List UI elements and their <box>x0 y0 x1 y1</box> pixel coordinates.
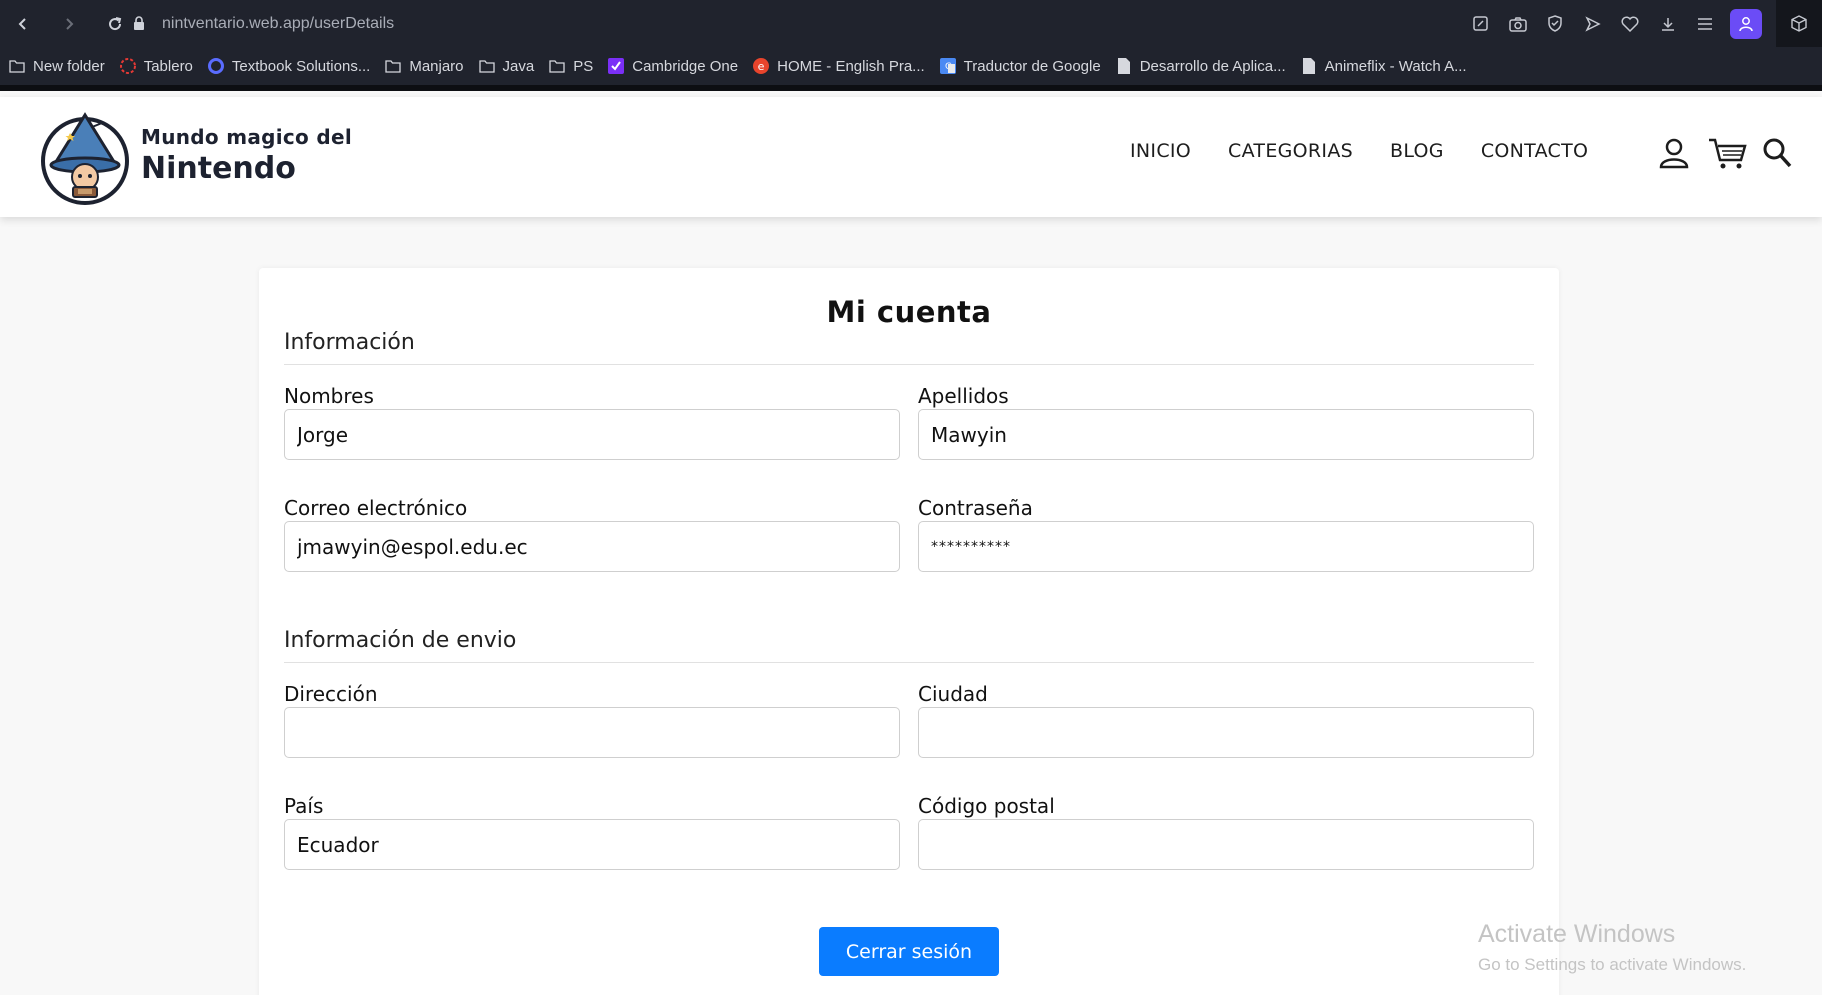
bookmark-new-folder[interactable]: New folder <box>8 57 105 75</box>
back-button[interactable] <box>0 0 46 47</box>
account-card: Mi cuenta Información Nombres Apellidos … <box>259 268 1559 995</box>
bookmark-manjaro[interactable]: Manjaro <box>384 57 464 75</box>
bookmark-label: PS <box>573 57 594 75</box>
profile-avatar-icon[interactable] <box>1730 8 1762 39</box>
nav-categorias[interactable]: CATEGORIAS <box>1228 140 1353 162</box>
lock-icon <box>128 16 150 31</box>
user-icon[interactable] <box>1659 137 1689 173</box>
search-circle-icon <box>207 57 225 75</box>
postal-code-input[interactable] <box>918 819 1534 870</box>
postal-code-label: Código postal <box>918 794 1055 818</box>
brand-name[interactable]: Mundo magico del Nintendo <box>141 125 352 186</box>
folder-icon <box>478 57 496 75</box>
bookmark-label: Textbook Solutions... <box>231 57 371 75</box>
country-input[interactable] <box>284 819 900 870</box>
wizard-logo-icon[interactable] <box>40 109 130 205</box>
menu-lines-icon[interactable] <box>1687 0 1725 47</box>
doc-icon <box>1300 57 1318 75</box>
camera-icon[interactable] <box>1499 0 1537 47</box>
bookmark-label: Desarrollo de Aplica... <box>1139 57 1286 75</box>
doc-icon <box>1115 57 1133 75</box>
country-label: País <box>284 794 324 818</box>
page-title: Mi cuenta <box>826 295 992 329</box>
folder-icon <box>548 57 566 75</box>
folder-icon <box>8 57 26 75</box>
download-icon[interactable] <box>1649 0 1687 47</box>
first-name-label: Nombres <box>284 384 374 408</box>
brand-line-2: Nintendo <box>141 151 296 186</box>
bookmarks-bar: New folder Tablero Textbook Solutions...… <box>0 47 1822 91</box>
logout-button[interactable]: Cerrar sesión <box>819 927 999 976</box>
bookmark-label: Traductor de Google <box>963 57 1101 75</box>
send-icon[interactable] <box>1574 0 1612 47</box>
extensions-cube-icon[interactable] <box>1776 0 1822 47</box>
shield-icon[interactable] <box>1537 0 1575 47</box>
nav-blog[interactable]: BLOG <box>1390 140 1444 162</box>
url-text: nintventario.web.app/userDetails <box>162 14 395 32</box>
info-section-title: Información <box>284 330 415 355</box>
last-name-label: Apellidos <box>918 384 1009 408</box>
address-input[interactable] <box>284 707 900 758</box>
e-icon: e <box>752 57 770 75</box>
forward-button[interactable] <box>46 0 92 47</box>
site-header: Mundo magico del Nintendo INICIO CATEGOR… <box>0 97 1822 217</box>
bookmark-label: Tablero <box>143 57 193 75</box>
bookmark-animeflix[interactable]: Animeflix - Watch A... <box>1300 57 1467 75</box>
last-name-input[interactable] <box>918 409 1534 460</box>
tablero-icon <box>119 57 137 75</box>
divider <box>284 364 1534 365</box>
bookmark-english[interactable]: e HOME - English Pra... <box>752 57 925 75</box>
bookmark-label: Java <box>502 57 535 75</box>
bookmark-label: Manjaro <box>409 57 464 75</box>
city-input[interactable] <box>918 707 1534 758</box>
watermark-title: Activate Windows <box>1478 920 1676 948</box>
search-icon[interactable] <box>1762 137 1792 173</box>
first-name-input[interactable] <box>284 409 900 460</box>
chevron-left-icon <box>18 17 26 30</box>
bookmark-desarrollo[interactable]: Desarrollo de Aplica... <box>1115 57 1286 75</box>
edit-page-icon[interactable] <box>1462 0 1500 47</box>
chevron-right-icon <box>66 17 74 30</box>
nav-contacto[interactable]: CONTACTO <box>1481 140 1588 162</box>
brand-line-1: Mundo magico del <box>141 125 353 149</box>
windows-activation-watermark: Activate Windows Go to Settings to activ… <box>1478 920 1746 975</box>
bookmark-label: Cambridge One <box>632 57 739 75</box>
bookmark-textbook[interactable]: Textbook Solutions... <box>207 57 370 75</box>
nav-inicio[interactable]: INICIO <box>1130 140 1191 162</box>
bookmark-ps[interactable]: PS <box>548 57 593 75</box>
translate-icon: G <box>939 57 957 75</box>
cart-icon[interactable] <box>1708 137 1748 175</box>
watermark-subtitle: Go to Settings to activate Windows. <box>1478 955 1747 974</box>
password-label: Contraseña <box>918 496 1033 520</box>
city-label: Ciudad <box>918 682 988 706</box>
browser-actions <box>1462 0 1762 47</box>
bookmark-label: HOME - English Pra... <box>777 57 925 75</box>
cambridge-icon <box>607 57 625 75</box>
email-input[interactable] <box>284 521 900 572</box>
bookmark-cambridge[interactable]: Cambridge One <box>607 57 738 75</box>
reload-icon <box>109 16 122 30</box>
shipping-section-title: Información de envio <box>284 628 517 653</box>
folder-icon <box>384 57 402 75</box>
divider <box>284 662 1534 663</box>
bookmark-label: New folder <box>33 57 105 75</box>
heart-icon[interactable] <box>1612 0 1650 47</box>
svg-text:e: e <box>758 60 765 73</box>
email-label: Correo electrónico <box>284 496 468 520</box>
bookmark-java[interactable]: Java <box>478 57 535 75</box>
address-label: Dirección <box>284 682 378 706</box>
bookmark-tablero[interactable]: Tablero <box>119 57 193 75</box>
bookmark-translate[interactable]: G Traductor de Google <box>939 57 1101 75</box>
address-bar[interactable]: nintventario.web.app/userDetails <box>128 6 1328 41</box>
password-input[interactable] <box>918 521 1534 572</box>
browser-toolbar: nintventario.web.app/userDetails <box>0 0 1822 47</box>
bookmark-label: Animeflix - Watch A... <box>1324 57 1467 75</box>
main-nav: INICIO CATEGORIAS BLOG CONTACTO <box>1130 140 1625 162</box>
